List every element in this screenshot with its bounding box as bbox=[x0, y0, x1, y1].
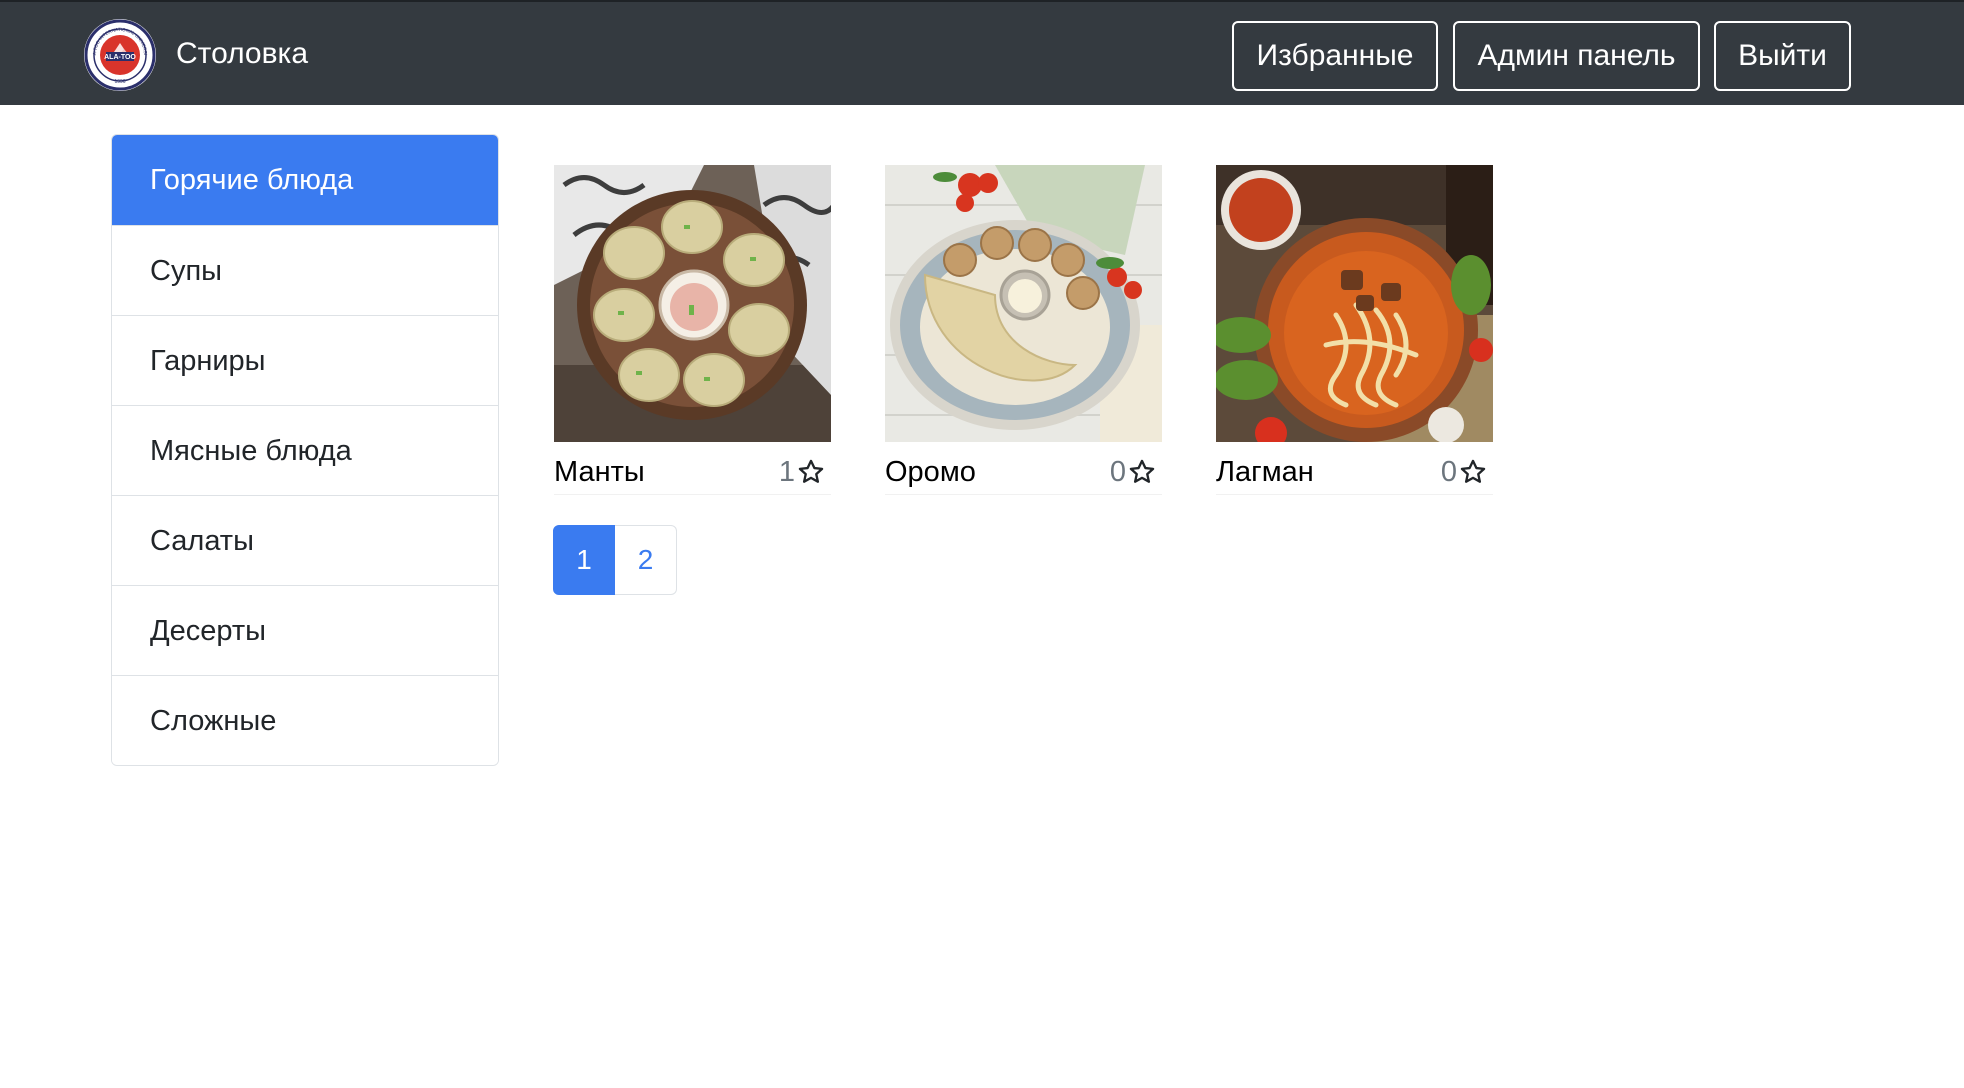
dish-image-lagman[interactable] bbox=[1216, 165, 1493, 442]
favorites-button[interactable]: Избранные bbox=[1232, 21, 1438, 91]
category-item-salads[interactable]: Салаты bbox=[112, 495, 498, 585]
dish-name: Лагман bbox=[1216, 456, 1314, 488]
dish-name: Манты bbox=[554, 456, 645, 488]
dish-name: Оромо bbox=[885, 456, 976, 488]
university-logo[interactable]: ALA-TOO ALA-TOO INTERNATIONAL UNIVERSITY… bbox=[84, 19, 156, 91]
dish-card[interactable]: Оромо 0 bbox=[885, 165, 1162, 495]
logo-year: 1996 bbox=[114, 79, 125, 85]
dish-likes[interactable]: 0 bbox=[1441, 455, 1487, 489]
pagination: 1 2 bbox=[553, 525, 677, 595]
category-item-hot-dishes[interactable]: Горячие блюда bbox=[112, 135, 498, 225]
likes-count: 1 bbox=[778, 456, 795, 488]
page-link-2[interactable]: 2 bbox=[615, 525, 677, 595]
dish-image-oromo[interactable] bbox=[885, 165, 1162, 442]
logo-emblem-icon: ALA-TOO ALA-TOO INTERNATIONAL UNIVERSITY… bbox=[84, 19, 156, 91]
dish-likes[interactable]: 1 bbox=[779, 455, 825, 489]
dish-card[interactable]: Манты 1 bbox=[554, 165, 831, 495]
logo-center-text: ALA-TOO bbox=[104, 54, 136, 61]
category-item-desserts[interactable]: Десерты bbox=[112, 585, 498, 675]
likes-count: 0 bbox=[1109, 456, 1126, 488]
category-list: Горячие блюда Супы Гарниры Мясные блюда … bbox=[111, 134, 499, 766]
admin-panel-button[interactable]: Админ панель bbox=[1453, 21, 1700, 91]
page-link-1[interactable]: 1 bbox=[553, 525, 615, 595]
dish-card[interactable]: Лагман 0 bbox=[1216, 165, 1493, 495]
category-item-soups[interactable]: Супы bbox=[112, 225, 498, 315]
category-item-complex[interactable]: Сложные bbox=[112, 675, 498, 765]
dish-likes[interactable]: 0 bbox=[1110, 455, 1156, 489]
likes-count: 0 bbox=[1440, 456, 1457, 488]
brand-title[interactable]: Столовка bbox=[176, 36, 308, 72]
star-outline-icon[interactable] bbox=[797, 458, 825, 486]
star-outline-icon[interactable] bbox=[1459, 458, 1487, 486]
logout-button[interactable]: Выйти bbox=[1714, 21, 1851, 91]
star-outline-icon[interactable] bbox=[1128, 458, 1156, 486]
dish-image-manty[interactable] bbox=[554, 165, 831, 442]
navbar: ALA-TOO ALA-TOO INTERNATIONAL UNIVERSITY… bbox=[0, 0, 1964, 105]
category-item-garnishes[interactable]: Гарниры bbox=[112, 315, 498, 405]
category-item-meat-dishes[interactable]: Мясные блюда bbox=[112, 405, 498, 495]
